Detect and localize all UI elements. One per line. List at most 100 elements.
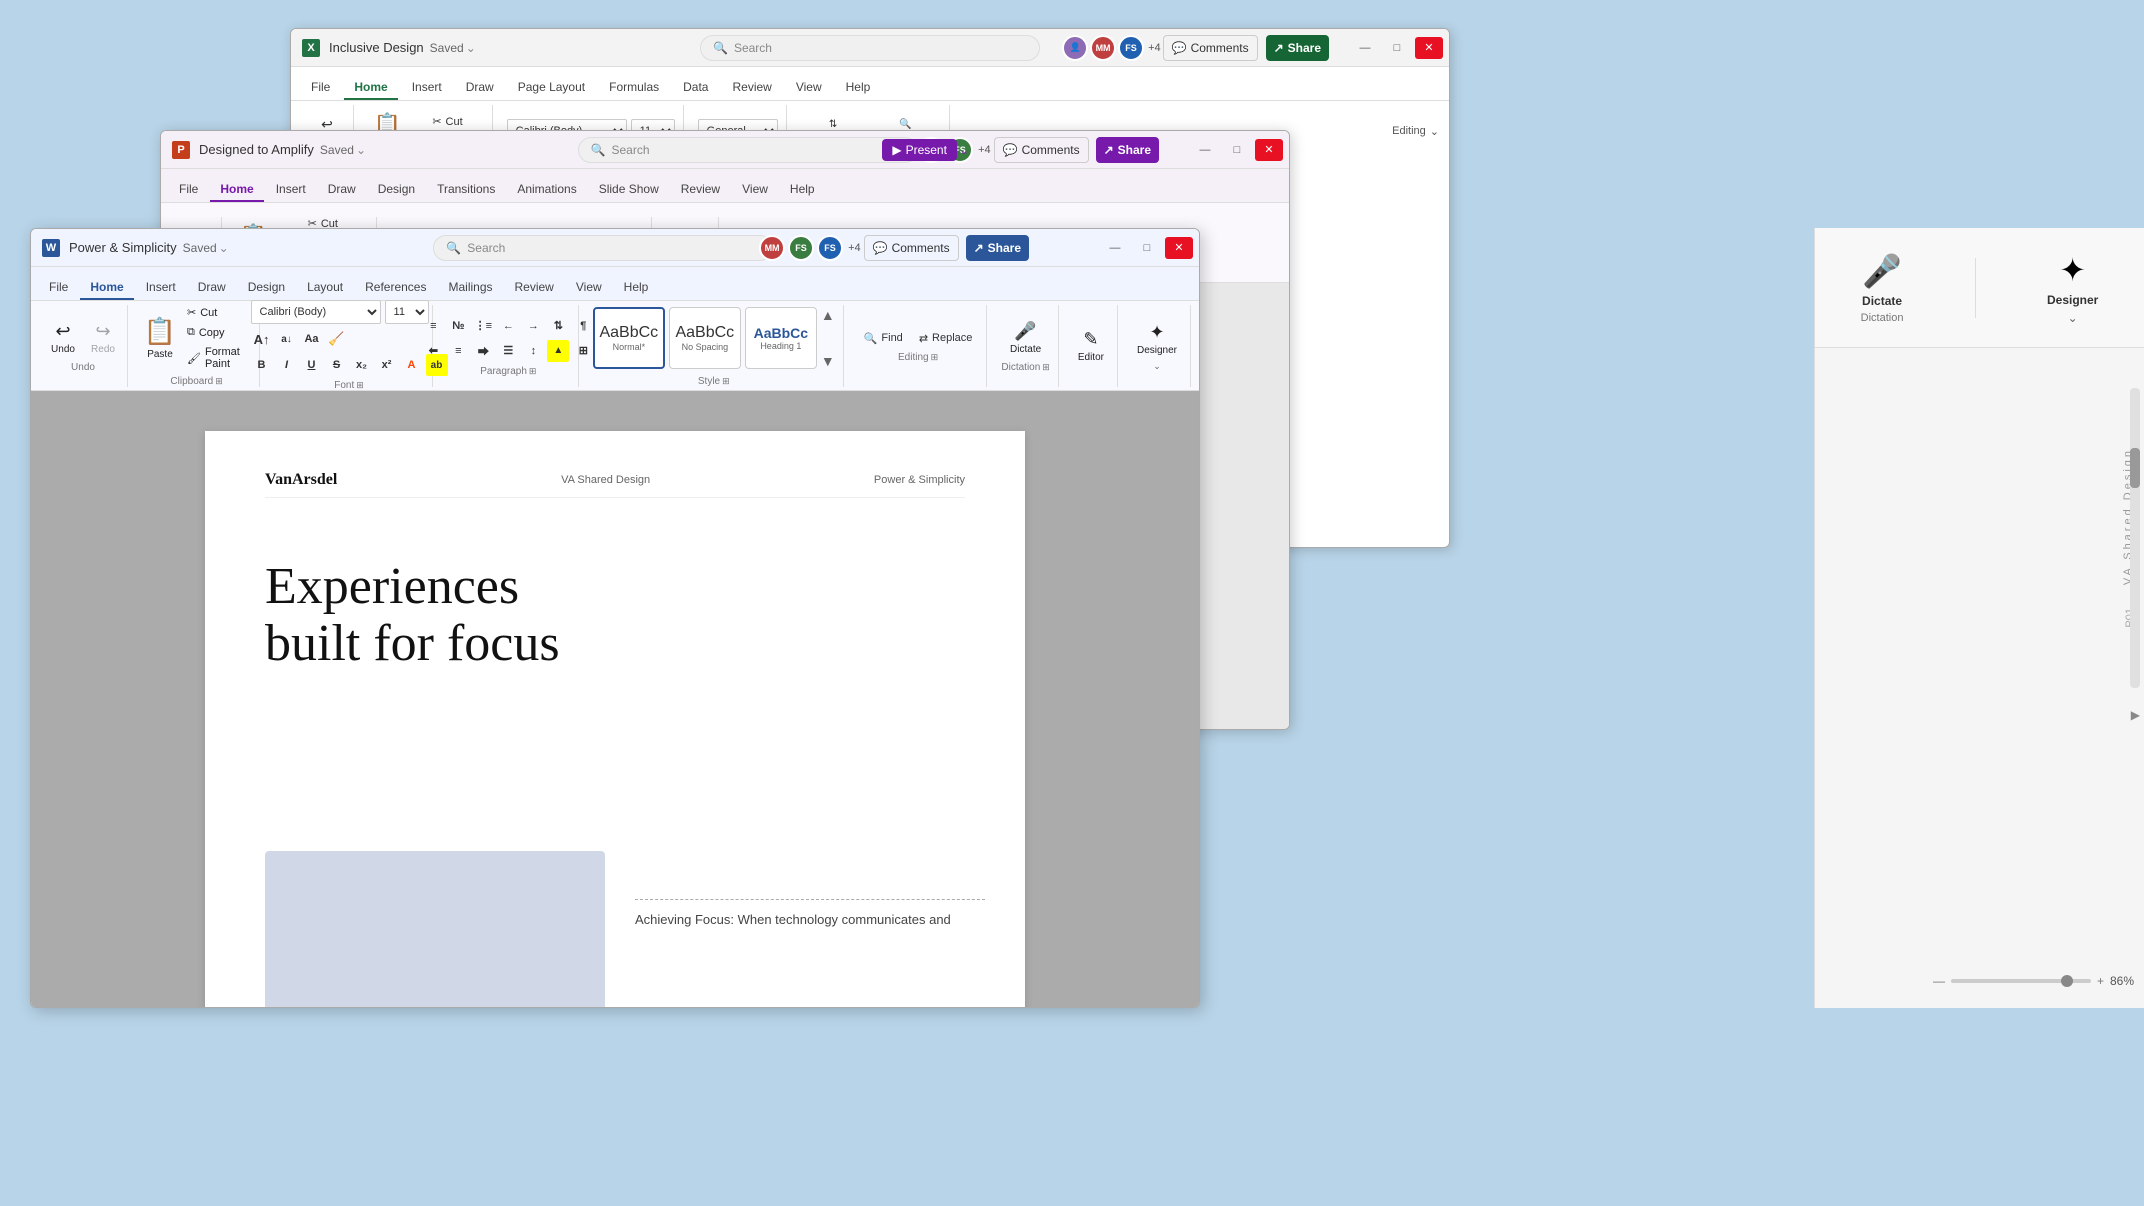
- ppt-tab-help[interactable]: Help: [780, 178, 825, 202]
- word-styles-scroll-down[interactable]: ▼: [821, 353, 835, 369]
- word-style-heading1[interactable]: AaBbCc Heading 1: [745, 307, 817, 369]
- word-tab-layout[interactable]: Layout: [297, 276, 353, 300]
- word-font-select[interactable]: Calibri (Body): [251, 300, 381, 324]
- word-justify-button[interactable]: ☰: [497, 340, 519, 362]
- dictate-panel-button[interactable]: 🎤 Dictate Dictation: [1861, 252, 1904, 324]
- word-shading-button[interactable]: ▲: [547, 340, 569, 362]
- word-designer-button[interactable]: ✦ Designer: [1132, 319, 1182, 359]
- word-shrink-font-button[interactable]: a↓: [276, 328, 298, 350]
- excel-minimize-button[interactable]: —: [1351, 37, 1379, 59]
- word-editing-expand-icon[interactable]: ⊞: [931, 352, 939, 363]
- ppt-saved-chevron[interactable]: ⌄: [356, 143, 366, 157]
- word-dictation-expand-icon[interactable]: ⊞: [1042, 362, 1050, 373]
- word-tab-home[interactable]: Home: [80, 276, 133, 300]
- zoom-plus-icon[interactable]: +: [2097, 974, 2104, 988]
- word-superscript-button[interactable]: x²: [376, 354, 398, 376]
- word-clipboard-expand-icon[interactable]: ⊞: [215, 376, 223, 387]
- excel-search-bar[interactable]: 🔍 Search: [700, 35, 1040, 61]
- word-clear-format-button[interactable]: 🧹: [326, 328, 348, 350]
- word-line-spacing-button[interactable]: ↕: [522, 340, 544, 362]
- excel-tab-file[interactable]: File: [301, 76, 340, 100]
- word-redo-button[interactable]: ↪ Redo: [85, 318, 121, 358]
- ppt-tab-insert[interactable]: Insert: [266, 178, 316, 202]
- word-multilevel-button[interactable]: ⋮≡: [472, 315, 494, 337]
- ppt-comments-button[interactable]: 💬 Comments: [994, 137, 1089, 163]
- word-saved-chevron[interactable]: ⌄: [219, 241, 229, 255]
- word-designer-chevron[interactable]: ⌄: [1153, 361, 1161, 372]
- word-font-expand-icon[interactable]: ⊞: [356, 380, 364, 391]
- word-bold-button[interactable]: B: [251, 354, 273, 376]
- word-scroll-area[interactable]: VanArsdel VA Shared Design Power & Simpl…: [31, 391, 1199, 1008]
- ppt-search-bar[interactable]: 🔍 Search: [578, 137, 918, 163]
- word-minimize-button[interactable]: —: [1101, 237, 1129, 259]
- word-paste-button[interactable]: 📋 Paste: [142, 313, 178, 363]
- word-tab-mailings[interactable]: Mailings: [438, 276, 502, 300]
- word-bullets-button[interactable]: ≡: [422, 315, 444, 337]
- word-share-button[interactable]: ↗ Share: [966, 235, 1029, 261]
- designer-panel-button[interactable]: ✦ Designer ⌄: [2047, 251, 2098, 325]
- word-tab-file[interactable]: File: [39, 276, 78, 300]
- excel-maximize-button[interactable]: □: [1383, 37, 1411, 59]
- zoom-slider-thumb[interactable]: [2061, 975, 2073, 987]
- zoom-minus-icon[interactable]: —: [1933, 974, 1945, 988]
- word-copy-button[interactable]: ⧉ Copy: [182, 324, 251, 341]
- excel-tab-pagelayout[interactable]: Page Layout: [508, 76, 595, 100]
- word-replace-button[interactable]: ⇄ Replace: [913, 329, 979, 348]
- word-style-normal[interactable]: AaBbCc Normal*: [593, 307, 665, 369]
- designer-panel-chevron[interactable]: ⌄: [2068, 311, 2078, 325]
- excel-tab-draw[interactable]: Draw: [456, 76, 504, 100]
- excel-saved-chevron[interactable]: ⌄: [466, 41, 476, 55]
- word-increase-indent-button[interactable]: →: [522, 315, 544, 337]
- word-dictate-button[interactable]: 🎤 Dictate: [1005, 318, 1046, 358]
- word-tab-insert[interactable]: Insert: [136, 276, 186, 300]
- ppt-present-button[interactable]: ▶ Present: [882, 139, 957, 161]
- word-change-case-button[interactable]: Aa: [301, 328, 323, 350]
- word-styles-scroll-up[interactable]: ▲: [821, 307, 835, 323]
- excel-comments-button[interactable]: 💬 Comments: [1163, 35, 1258, 61]
- ppt-present-chevron[interactable]: ⌄: [959, 143, 969, 157]
- word-grow-font-button[interactable]: A↑: [251, 328, 273, 350]
- word-underline-button[interactable]: U: [301, 354, 323, 376]
- word-maximize-button[interactable]: □: [1133, 237, 1161, 259]
- excel-share-button[interactable]: ↗ Share: [1266, 35, 1329, 61]
- word-comments-button[interactable]: 💬 Comments: [864, 235, 959, 261]
- ppt-tab-file[interactable]: File: [169, 178, 208, 202]
- word-numbering-button[interactable]: №: [447, 315, 469, 337]
- word-tab-references[interactable]: References: [355, 276, 436, 300]
- word-align-left-button[interactable]: ⬅: [422, 340, 444, 362]
- excel-editing-chevron[interactable]: ⌄: [1430, 125, 1439, 138]
- word-formatpaint-button[interactable]: 🖌 Format Paint: [182, 344, 251, 372]
- ppt-tab-design[interactable]: Design: [368, 178, 425, 202]
- right-panel-scrollbar-thumb[interactable]: [2130, 448, 2140, 488]
- word-align-center-button[interactable]: ≡: [447, 340, 469, 362]
- zoom-slider-track[interactable]: [1951, 979, 2091, 983]
- excel-close-button[interactable]: ✕: [1415, 37, 1443, 59]
- word-close-button[interactable]: ✕: [1165, 237, 1193, 259]
- excel-cut-button[interactable]: ✂ Cut: [411, 113, 483, 130]
- word-styles-expand-icon[interactable]: ⊞: [722, 376, 730, 387]
- word-sort-button[interactable]: ⇅: [547, 315, 569, 337]
- ppt-minimize-button[interactable]: —: [1191, 139, 1219, 161]
- word-search-bar[interactable]: 🔍 Search: [433, 235, 773, 261]
- word-font-color-button[interactable]: A: [401, 354, 423, 376]
- word-subscript-button[interactable]: x₂: [351, 354, 373, 376]
- word-tab-view[interactable]: View: [566, 276, 612, 300]
- excel-tab-data[interactable]: Data: [673, 76, 718, 100]
- excel-tab-insert[interactable]: Insert: [402, 76, 452, 100]
- excel-tab-view[interactable]: View: [786, 76, 832, 100]
- right-panel-expand-button[interactable]: ▶: [2131, 708, 2140, 722]
- word-tab-help[interactable]: Help: [614, 276, 659, 300]
- ppt-maximize-button[interactable]: □: [1223, 139, 1251, 161]
- word-cut-button[interactable]: ✂ Cut: [182, 304, 251, 321]
- ppt-tab-draw[interactable]: Draw: [318, 178, 366, 202]
- word-decrease-indent-button[interactable]: ←: [497, 315, 519, 337]
- excel-tab-review[interactable]: Review: [722, 76, 781, 100]
- word-editor-button[interactable]: ✎ Editor: [1073, 326, 1109, 366]
- word-italic-button[interactable]: I: [276, 354, 298, 376]
- ppt-share-button[interactable]: ↗ Share: [1096, 137, 1159, 163]
- ppt-tab-home[interactable]: Home: [210, 178, 263, 202]
- ppt-close-button[interactable]: ✕: [1255, 139, 1283, 161]
- word-strikethrough-button[interactable]: S: [326, 354, 348, 376]
- word-tab-design[interactable]: Design: [238, 276, 295, 300]
- word-paragraph-expand-icon[interactable]: ⊞: [529, 366, 537, 377]
